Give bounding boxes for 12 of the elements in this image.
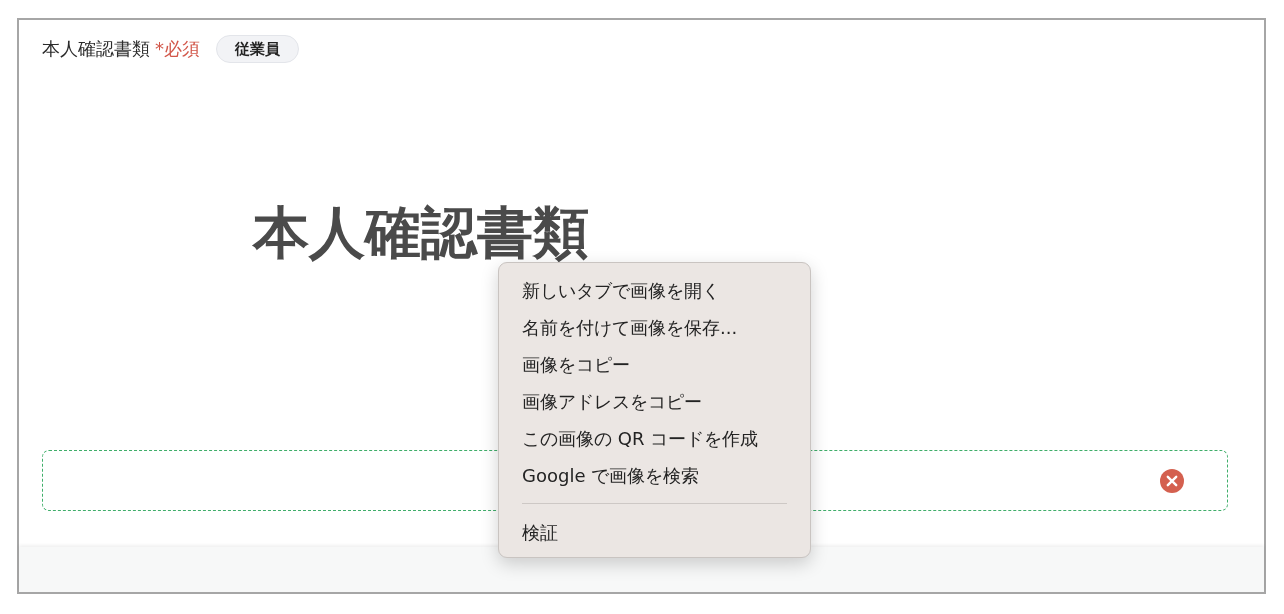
menu-item[interactable]: 画像をコピー — [499, 346, 810, 383]
menu-item[interactable]: 名前を付けて画像を保存... — [499, 309, 810, 346]
category-tag: 従業員 — [216, 35, 299, 63]
menu-item[interactable]: 新しいタブで画像を開く — [499, 272, 810, 309]
menu-item[interactable]: 検証 — [499, 514, 810, 551]
required-mark: *必須 — [155, 37, 200, 61]
menu-item[interactable]: 画像アドレスをコピー — [499, 383, 810, 420]
preview-image-text: 本人確認書類 — [253, 201, 589, 265]
menu-item[interactable]: この画像の QR コードを作成 — [499, 420, 810, 457]
field-label: 本人確認書類 — [42, 37, 150, 61]
menu-item[interactable]: Google で画像を検索 — [499, 457, 810, 494]
close-icon[interactable] — [1160, 468, 1184, 493]
